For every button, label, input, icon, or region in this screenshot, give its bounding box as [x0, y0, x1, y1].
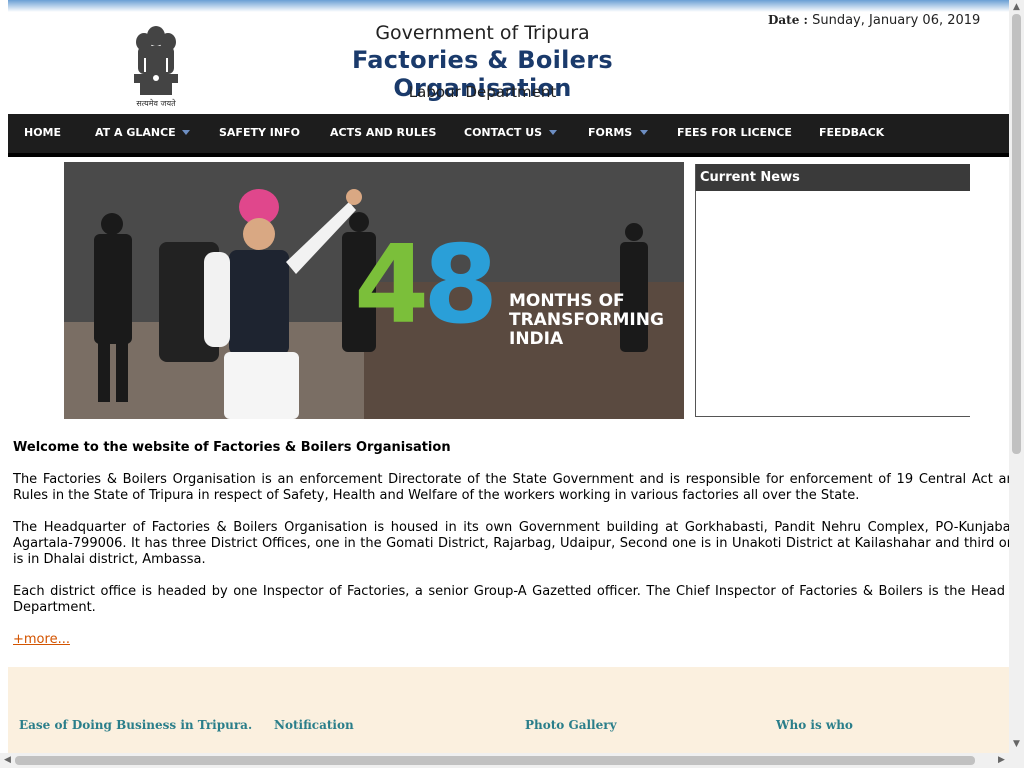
national-emblem-icon: सत्यमेव जयते — [126, 22, 186, 110]
intro-paragraph-3: Each district office is headed by one In… — [13, 584, 1009, 615]
nav-item-fees-for-licence[interactable]: FEES FOR LICENCE — [677, 114, 792, 153]
banner-number: 48 — [354, 223, 498, 348]
vertical-scrollbar[interactable]: ▲ ▼ — [1009, 0, 1024, 753]
banner-caption-line3: INDIA — [509, 329, 564, 349]
current-news-panel: Current News — [695, 164, 970, 417]
nav-item-acts-and-rules[interactable]: ACTS AND RULES — [330, 114, 436, 153]
nav-item-contact-us[interactable]: CONTACT US — [464, 114, 542, 153]
main-nav: HOME AT A GLANCE SAFETY INFO ACTS AND RU… — [8, 114, 1009, 157]
department-title: Labour Department — [408, 83, 557, 101]
horizontal-scrollbar[interactable]: ◀ ▶ — [0, 753, 1009, 768]
scroll-right-arrow-icon[interactable]: ▶ — [994, 753, 1009, 768]
vertical-scroll-thumb[interactable] — [1012, 14, 1021, 454]
main-content: Welcome to the website of Factories & Bo… — [13, 440, 1009, 648]
nav-item-safety-info[interactable]: SAFETY INFO — [219, 114, 300, 153]
scroll-down-arrow-icon[interactable]: ▼ — [1009, 737, 1024, 752]
dropdown-arrow-icon[interactable] — [640, 130, 648, 135]
nav-item-feedback[interactable]: FEEDBACK — [819, 114, 884, 153]
more-link[interactable]: +more... — [13, 632, 70, 647]
hero-banner-image: 48 MONTHS OF TRANSFORMING INDIA — [64, 162, 684, 419]
site-header: सत्यमेव जयते Government of Tripura Facto… — [8, 0, 1009, 114]
page: सत्यमेव जयते Government of Tripura Facto… — [8, 0, 1009, 753]
intro-paragraph-1: The Factories & Boilers Organisation is … — [13, 472, 1009, 503]
intro-paragraph-2: The Headquarter of Factories & Boilers O… — [13, 520, 1009, 567]
date-display: Date : Sunday, January 06, 2019 — [768, 13, 980, 28]
footer-link-who-is-who[interactable]: Who is who — [776, 718, 853, 732]
footer-link-photo-gallery[interactable]: Photo Gallery — [525, 718, 617, 732]
scrollbar-corner — [1009, 753, 1024, 768]
nav-item-home[interactable]: HOME — [24, 114, 61, 153]
emblem-motto: सत्यमेव जयते — [136, 99, 176, 108]
date-label: Date : — [768, 13, 808, 27]
footer-section: Ease of Doing Business in Tripura. Notif… — [8, 667, 1009, 753]
government-title: Government of Tripura — [375, 22, 590, 44]
footer-link-ease-of-doing-business[interactable]: Ease of Doing Business in Tripura. — [19, 718, 252, 732]
nav-item-at-a-glance[interactable]: AT A GLANCE — [95, 114, 176, 153]
current-news-heading: Current News — [696, 164, 970, 191]
banner-caption-line2: TRANSFORMING — [509, 310, 664, 330]
scroll-left-arrow-icon[interactable]: ◀ — [0, 753, 15, 768]
dropdown-arrow-icon[interactable] — [182, 130, 190, 135]
horizontal-scroll-thumb[interactable] — [15, 756, 975, 765]
nav-item-forms[interactable]: FORMS — [588, 114, 632, 153]
date-value: Sunday, January 06, 2019 — [812, 13, 981, 28]
scroll-up-arrow-icon[interactable]: ▲ — [1009, 0, 1024, 15]
banner-caption: MONTHS OF TRANSFORMING INDIA — [509, 292, 664, 349]
footer-link-notification[interactable]: Notification — [274, 718, 354, 732]
welcome-heading: Welcome to the website of Factories & Bo… — [13, 440, 451, 455]
banner-caption-line1: MONTHS OF — [509, 291, 625, 311]
dropdown-arrow-icon[interactable] — [549, 130, 557, 135]
